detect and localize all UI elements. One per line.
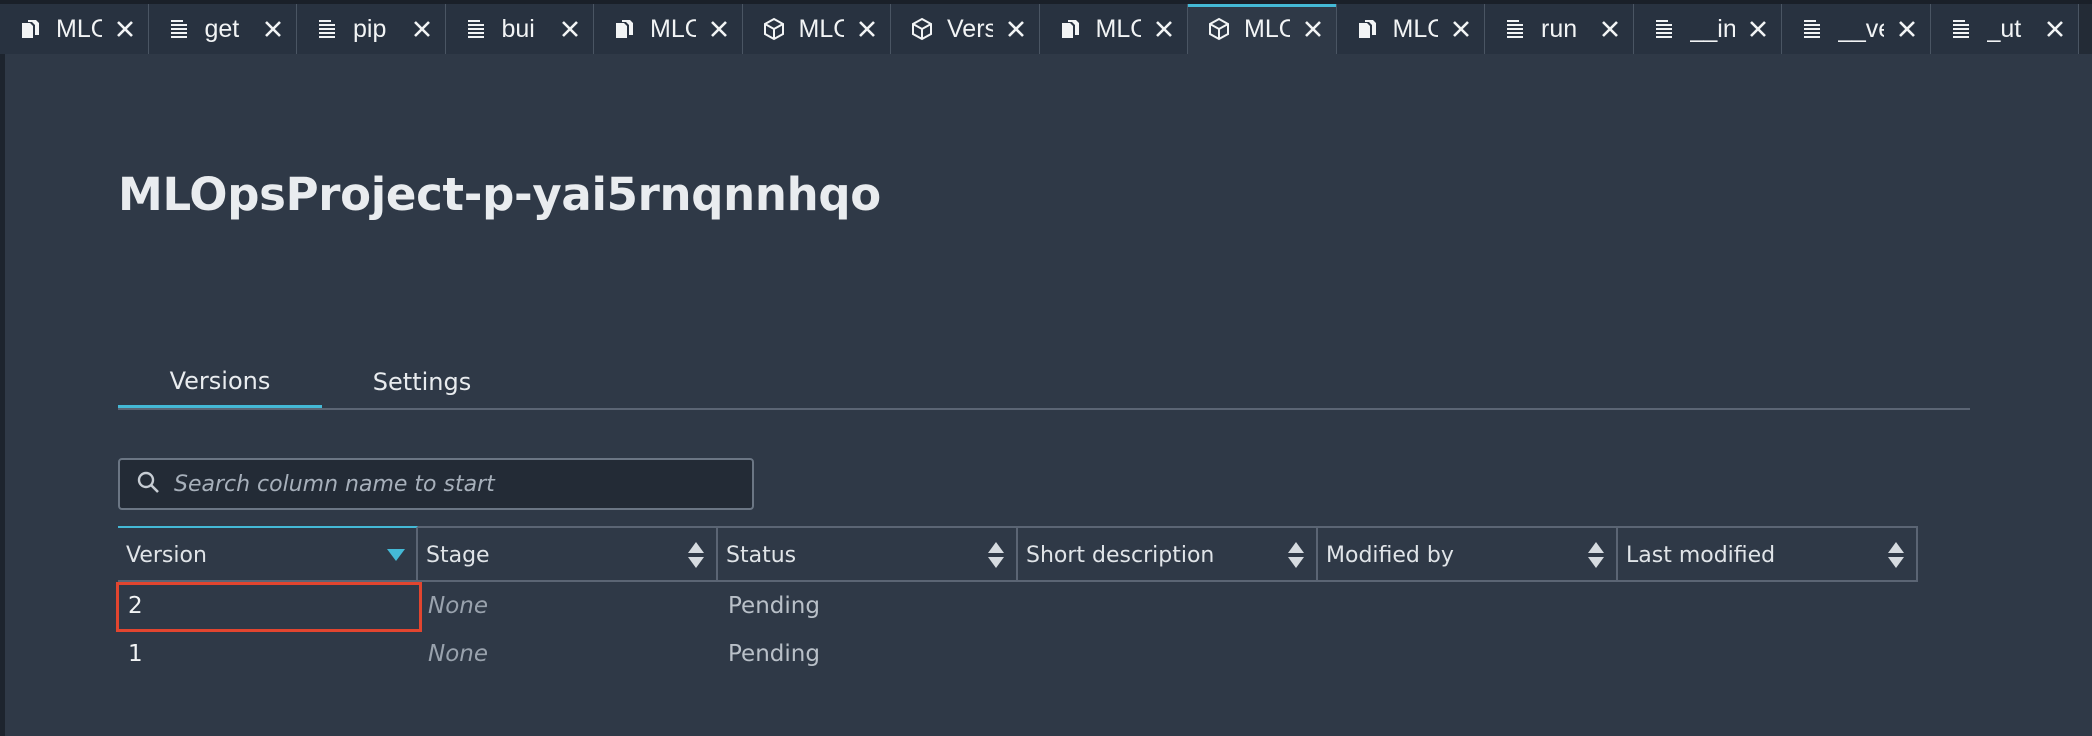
document-stack-icon bbox=[1355, 16, 1381, 42]
column-header-stage[interactable]: Stage bbox=[418, 528, 718, 582]
tab-14[interactable]: _ut bbox=[1930, 4, 2079, 54]
tab-label: MLOps bbox=[56, 14, 102, 43]
editor-tab-bar: MLOps get pip bui MLOps MLOps bbox=[0, 0, 2092, 54]
cell-modified-by bbox=[1318, 582, 1618, 630]
tab-2[interactable]: get bbox=[148, 4, 297, 54]
close-icon[interactable] bbox=[1003, 16, 1029, 42]
cell-short-description bbox=[1018, 630, 1318, 678]
tab-10[interactable]: MLOps bbox=[1336, 4, 1485, 54]
close-icon[interactable] bbox=[1745, 16, 1771, 42]
column-label: Version bbox=[126, 542, 207, 568]
tab-label: get bbox=[204, 14, 240, 43]
text-file-icon bbox=[315, 16, 341, 42]
search-icon bbox=[136, 470, 160, 498]
close-icon[interactable] bbox=[260, 16, 286, 42]
tab-13[interactable]: __version bbox=[1782, 4, 1931, 54]
cell-stage: None bbox=[428, 641, 489, 667]
column-header-short-description[interactable]: Short description bbox=[1018, 528, 1318, 582]
sort-icon[interactable] bbox=[986, 540, 1006, 570]
search-input[interactable] bbox=[172, 470, 736, 498]
close-icon[interactable] bbox=[706, 16, 732, 42]
column-header-status[interactable]: Status bbox=[718, 528, 1018, 582]
cell-status: Pending bbox=[728, 593, 820, 619]
table-row[interactable]: 2 None Pending bbox=[118, 582, 1918, 630]
tab-label: MLOps bbox=[1095, 14, 1142, 43]
text-file-icon bbox=[1800, 16, 1826, 42]
column-label: Modified by bbox=[1326, 542, 1454, 568]
cell-stage: None bbox=[428, 593, 489, 619]
tab-3[interactable]: pip bbox=[297, 4, 446, 54]
tab-label: MLOps bbox=[650, 14, 696, 43]
sort-icon[interactable] bbox=[686, 540, 706, 570]
cell-last-modified bbox=[1618, 582, 1918, 630]
tab-4[interactable]: bui bbox=[445, 4, 594, 54]
column-header-last-modified[interactable]: Last modified bbox=[1618, 528, 1918, 582]
tab-label: MLOps bbox=[1244, 14, 1290, 43]
column-header-version[interactable]: Version bbox=[118, 526, 418, 582]
close-icon[interactable] bbox=[1894, 16, 1920, 42]
text-file-icon bbox=[167, 16, 193, 42]
close-icon[interactable] bbox=[854, 16, 880, 42]
cell-modified-by bbox=[1318, 630, 1618, 678]
tab-label: pip bbox=[353, 14, 387, 43]
text-file-icon bbox=[464, 16, 490, 42]
column-label: Short description bbox=[1026, 542, 1215, 568]
panel-edge bbox=[0, 54, 5, 736]
column-label: Status bbox=[726, 542, 797, 568]
tab-label: __version bbox=[1838, 14, 1884, 43]
tab-label: bui bbox=[501, 14, 535, 43]
close-icon[interactable] bbox=[1151, 16, 1177, 42]
cell-status: Pending bbox=[728, 641, 820, 667]
sort-icon[interactable] bbox=[1886, 540, 1906, 570]
cell-version[interactable]: 1 bbox=[118, 630, 418, 678]
cell-version[interactable]: 2 bbox=[118, 582, 418, 630]
tab-label: Versions bbox=[947, 14, 993, 43]
close-icon[interactable] bbox=[1597, 16, 1623, 42]
sort-icon[interactable] bbox=[1586, 540, 1606, 570]
text-file-icon bbox=[1652, 16, 1678, 42]
cell-last-modified bbox=[1618, 630, 1918, 678]
close-icon[interactable] bbox=[112, 16, 138, 42]
tab-versions[interactable]: Versions bbox=[118, 356, 322, 408]
document-stack-icon bbox=[1058, 16, 1084, 42]
tab-label: __init bbox=[1689, 14, 1736, 43]
column-header-modified-by[interactable]: Modified by bbox=[1318, 528, 1618, 582]
tab-settings[interactable]: Settings bbox=[322, 356, 522, 408]
page-title: MLOpsProject-p-yai5rnqnnhqo bbox=[118, 168, 881, 221]
tab-label: MLOps bbox=[798, 14, 845, 43]
close-icon[interactable] bbox=[1448, 16, 1474, 42]
sort-icon[interactable] bbox=[1286, 540, 1306, 570]
tab-9-active[interactable]: MLOps bbox=[1188, 4, 1337, 54]
table-row[interactable]: 1 None Pending bbox=[118, 630, 1918, 678]
tab-11[interactable]: run bbox=[1485, 4, 1634, 54]
tab-12[interactable]: __init bbox=[1633, 4, 1782, 54]
content-tabs: Versions Settings bbox=[118, 356, 1970, 410]
search-box bbox=[118, 458, 754, 510]
close-icon[interactable] bbox=[409, 16, 435, 42]
cell-short-description bbox=[1018, 582, 1318, 630]
cube-icon bbox=[909, 16, 935, 42]
close-icon[interactable] bbox=[2042, 16, 2068, 42]
tab-6[interactable]: MLOps bbox=[742, 4, 891, 54]
document-stack-icon bbox=[612, 16, 638, 42]
tab-1[interactable]: MLOps bbox=[0, 4, 149, 54]
tab-7[interactable]: Versions bbox=[891, 4, 1040, 54]
tab-label: _ut bbox=[1986, 14, 2022, 43]
tab-8[interactable]: MLOps bbox=[1039, 4, 1188, 54]
column-label: Stage bbox=[426, 542, 490, 568]
close-icon[interactable] bbox=[1300, 16, 1326, 42]
text-file-icon bbox=[1503, 16, 1529, 42]
tab-label: MLOps bbox=[1392, 14, 1439, 43]
document-stack-icon bbox=[18, 16, 44, 42]
tab-5[interactable]: MLOps bbox=[594, 4, 743, 54]
tab-label: run bbox=[1541, 14, 1578, 43]
cube-icon bbox=[1206, 16, 1232, 42]
sort-descending-icon[interactable] bbox=[386, 540, 406, 570]
versions-table: Version Stage Status Short description M… bbox=[118, 526, 1918, 678]
table-header: Version Stage Status Short description M… bbox=[118, 526, 1918, 582]
text-file-icon bbox=[1949, 16, 1975, 42]
cube-icon bbox=[761, 16, 787, 42]
close-icon[interactable] bbox=[557, 16, 583, 42]
column-label: Last modified bbox=[1626, 542, 1776, 568]
